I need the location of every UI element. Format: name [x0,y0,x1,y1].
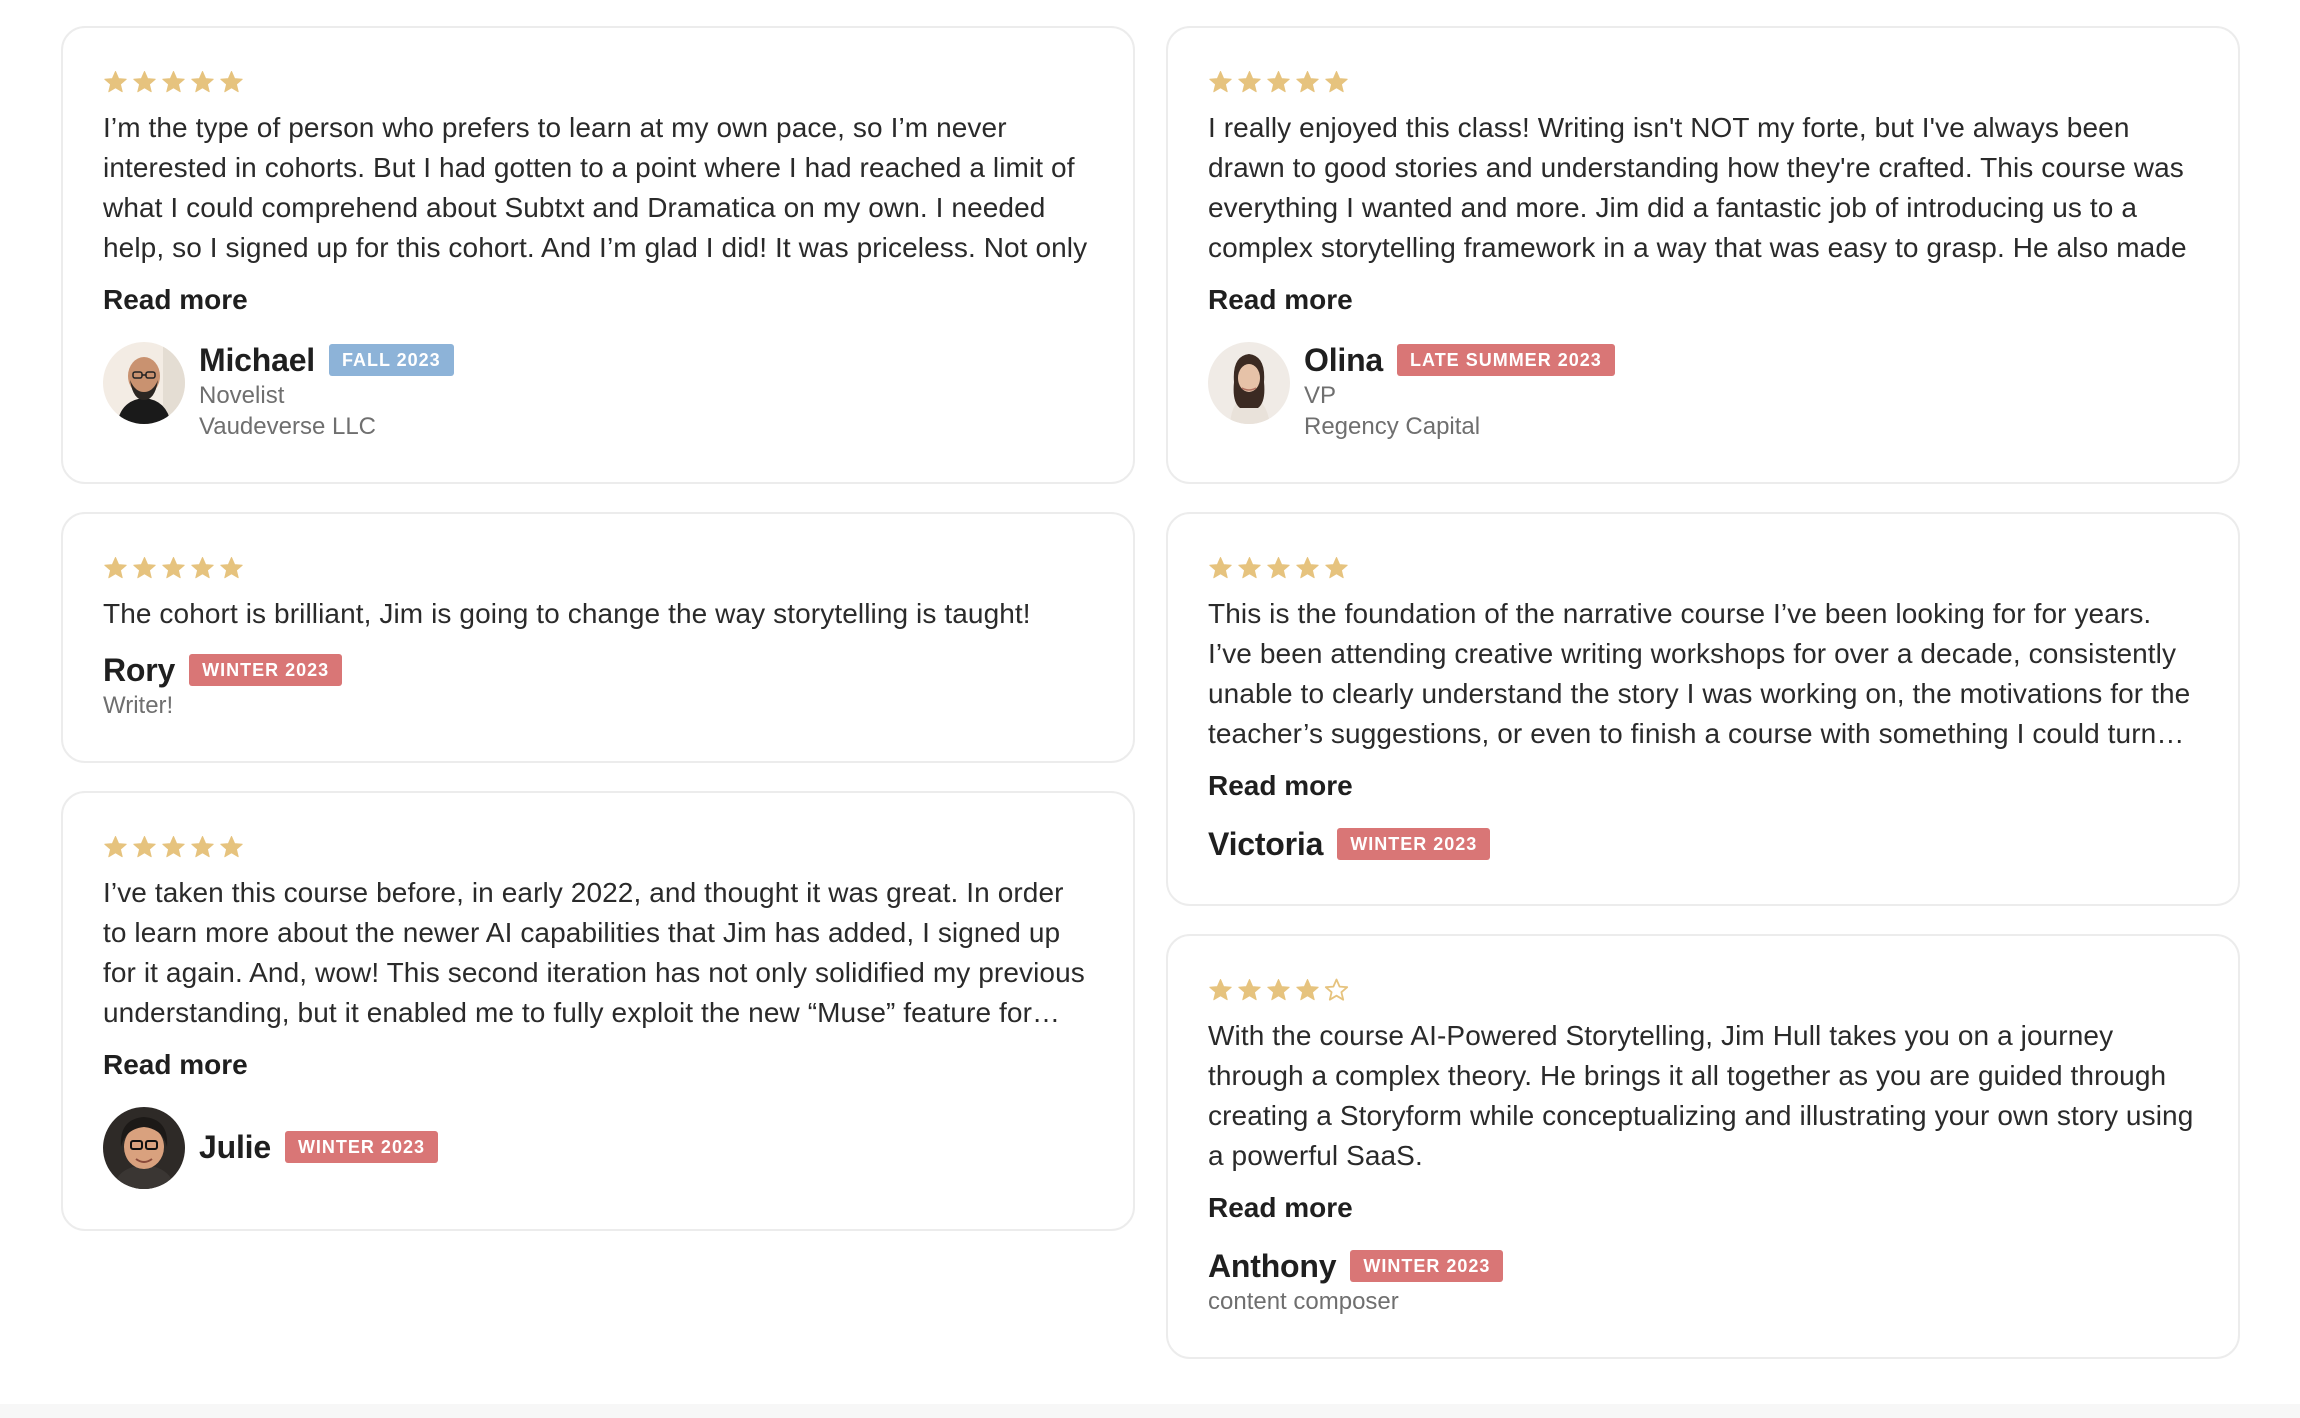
reviewer-name: Julie [199,1128,271,1165]
star-filled-icon [1325,71,1348,93]
star-filled-icon [133,836,156,858]
star-filled-icon [133,71,156,93]
avatar [103,1107,185,1189]
review-card-julie: I’ve taken this course before, in early … [61,791,1135,1231]
star-rating [1208,70,2198,94]
author-info: Anthony WINTER 2023 content composer [1208,1246,1504,1317]
reviewer-name: Victoria [1208,825,1324,862]
read-more-link[interactable]: Read more [1208,1188,1353,1228]
star-filled-icon [133,557,156,579]
review-author: Olina LATE SUMMER 2023 VP Regency Capita… [1208,340,2198,442]
name-row: Anthony WINTER 2023 [1208,1246,1504,1286]
testimonials-column-right: I really enjoyed this class! Writing isn… [1166,26,2240,1387]
review-card-olina: I really enjoyed this class! Writing isn… [1166,26,2240,484]
review-card-michael: I’m the type of person who prefers to le… [61,26,1135,484]
author-info: Olina LATE SUMMER 2023 VP Regency Capita… [1304,340,1615,442]
name-row: Rory WINTER 2023 [103,650,343,690]
star-empty-icon [1324,978,1349,1001]
reviewer-name: Rory [103,651,176,688]
reviewer-name: Anthony [1208,1247,1337,1284]
testimonials-page: I’m the type of person who prefers to le… [0,0,2300,1418]
star-filled-icon [1267,557,1290,579]
reviewer-role: VP [1304,382,1337,409]
review-card-victoria: This is the foundation of the narrative … [1166,512,2240,906]
star-filled-icon [191,557,214,579]
star-filled-icon [1238,979,1261,1001]
author-info: Michael FALL 2023 Novelist Vaudeverse LL… [199,340,454,442]
read-more-link[interactable]: Read more [1208,766,1353,806]
read-more-link[interactable]: Read more [103,1045,248,1085]
star-filled-icon [1296,557,1319,579]
review-text: With the course AI-Powered Storytelling,… [1208,1020,2194,1171]
author-info: Julie WINTER 2023 [199,1127,438,1167]
review-author: Rory WINTER 2023 Writer! [103,650,1093,721]
name-row: Julie WINTER 2023 [199,1127,438,1167]
star-filled-icon [1267,979,1290,1001]
review-text: I really enjoyed this class! Writing isn… [1208,112,2187,263]
star-filled-icon [162,836,185,858]
review-text: I’ve taken this course before, in early … [103,877,1085,1028]
star-rating [1208,978,2198,1002]
name-row: Michael FALL 2023 [199,340,454,380]
cohort-badge: WINTER 2023 [189,654,343,686]
star-filled-icon [162,71,185,93]
reviewer-role: content composer [1208,1288,1399,1315]
star-filled-icon [191,836,214,858]
star-filled-icon [220,71,243,93]
star-filled-icon [1267,71,1290,93]
author-info: Rory WINTER 2023 Writer! [103,650,343,721]
star-filled-icon [1325,557,1348,579]
name-row: Victoria WINTER 2023 [1208,824,1491,864]
star-filled-icon [104,71,127,93]
reviewer-role: Writer! [103,692,174,719]
review-text: I’m the type of person who prefers to le… [103,112,1088,263]
star-filled-icon [1209,71,1232,93]
star-rating [103,835,1093,859]
cohort-badge: WINTER 2023 [284,1131,438,1163]
review-author: Michael FALL 2023 Novelist Vaudeverse LL… [103,340,1093,442]
reviewer-name: Michael [199,341,315,378]
author-info: Victoria WINTER 2023 [1208,824,1491,864]
cohort-badge: WINTER 2023 [1337,828,1491,860]
star-rating [103,556,1093,580]
cohort-badge: WINTER 2023 [1350,1250,1504,1282]
cohort-badge: LATE SUMMER 2023 [1397,344,1615,376]
avatar [103,342,185,424]
review-card-anthony: With the course AI-Powered Storytelling,… [1166,934,2240,1359]
review-text: The cohort is brilliant, Jim is going to… [103,598,1031,629]
review-author: Victoria WINTER 2023 [1208,824,2198,864]
reviewer-role: Novelist [199,382,285,409]
star-rating [1208,556,2198,580]
cohort-badge: FALL 2023 [328,344,454,376]
star-filled-icon [191,71,214,93]
star-filled-icon [220,557,243,579]
page-bottom-edge [0,1404,2300,1418]
avatar [1208,342,1290,424]
reviewer-company: Regency Capital [1304,413,1481,440]
reviewer-company: Vaudeverse LLC [199,413,376,440]
review-author: Anthony WINTER 2023 content composer [1208,1246,2198,1317]
star-filled-icon [220,836,243,858]
read-more-link[interactable]: Read more [103,280,248,320]
review-text: This is the foundation of the narrative … [1208,598,2191,749]
star-filled-icon [1296,979,1319,1001]
star-rating [103,70,1093,94]
review-card-rory: The cohort is brilliant, Jim is going to… [61,512,1135,763]
testimonials-column-left: I’m the type of person who prefers to le… [61,26,1135,1259]
star-filled-icon [1238,71,1261,93]
star-filled-icon [1209,979,1232,1001]
star-filled-icon [1238,557,1261,579]
star-filled-icon [104,836,127,858]
star-filled-icon [162,557,185,579]
read-more-link[interactable]: Read more [1208,280,1353,320]
star-filled-icon [1209,557,1232,579]
reviewer-name: Olina [1304,341,1384,378]
name-row: Olina LATE SUMMER 2023 [1304,340,1615,380]
star-filled-icon [104,557,127,579]
review-author: Julie WINTER 2023 [103,1105,1093,1189]
star-filled-icon [1296,71,1319,93]
